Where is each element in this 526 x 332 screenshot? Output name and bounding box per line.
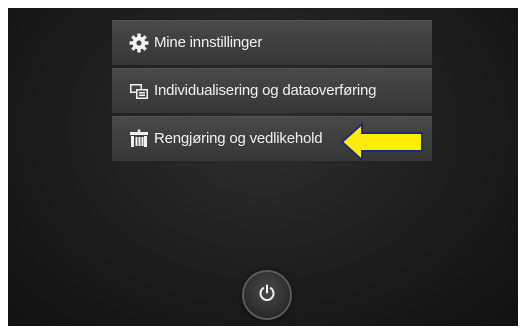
maintenance-icon: [128, 128, 150, 150]
data-transfer-icon: [128, 80, 150, 102]
power-button[interactable]: [242, 270, 292, 320]
menu-item-mine-innstillinger[interactable]: Mine innstillinger: [112, 20, 432, 65]
gear-icon: [128, 32, 150, 54]
menu-item-individualisering[interactable]: Individualisering og dataoverføring: [112, 68, 432, 113]
device-frame: Mine innstillinger Individualisering og …: [0, 0, 526, 332]
power-icon: [258, 284, 276, 307]
device-screen: Mine innstillinger Individualisering og …: [8, 8, 518, 326]
menu-item-label: Mine innstillinger: [154, 34, 263, 51]
menu-item-label: Rengjøring og vedlikehold: [154, 130, 323, 147]
menu-item-label: Individualisering og dataoverføring: [154, 82, 377, 99]
yellow-arrow-icon: [340, 122, 423, 162]
